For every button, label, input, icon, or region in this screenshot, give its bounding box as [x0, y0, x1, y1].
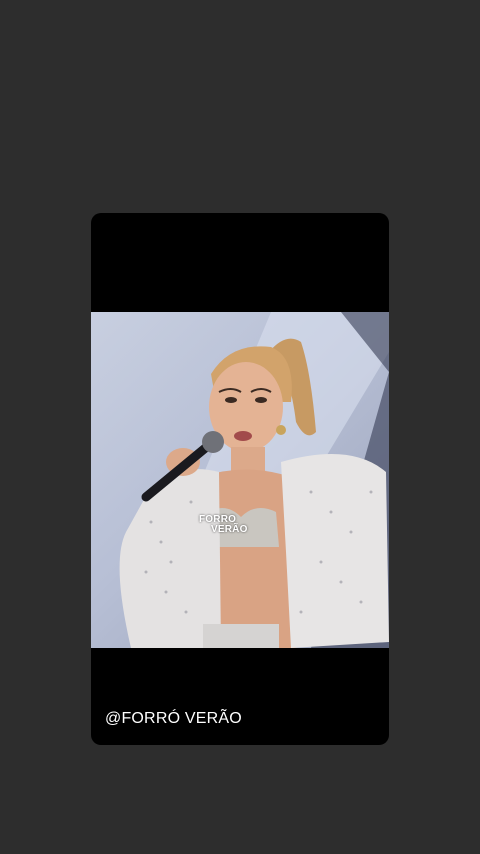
performer-illustration	[119, 312, 389, 648]
performer-photo: FORRO VERÃO	[91, 312, 389, 648]
watermark-line-2: VERÃO	[211, 524, 248, 535]
story-card[interactable]: FORRO VERÃO @FORRÓ VERÃO	[91, 213, 389, 745]
earring	[276, 425, 286, 435]
forro-verao-watermark: FORRO VERÃO	[199, 515, 248, 535]
jacket-left	[119, 469, 221, 648]
jacket-right	[281, 454, 389, 648]
story-caption: @FORRÓ VERÃO	[105, 710, 242, 727]
pants	[203, 624, 279, 648]
microphone-head	[202, 431, 224, 453]
